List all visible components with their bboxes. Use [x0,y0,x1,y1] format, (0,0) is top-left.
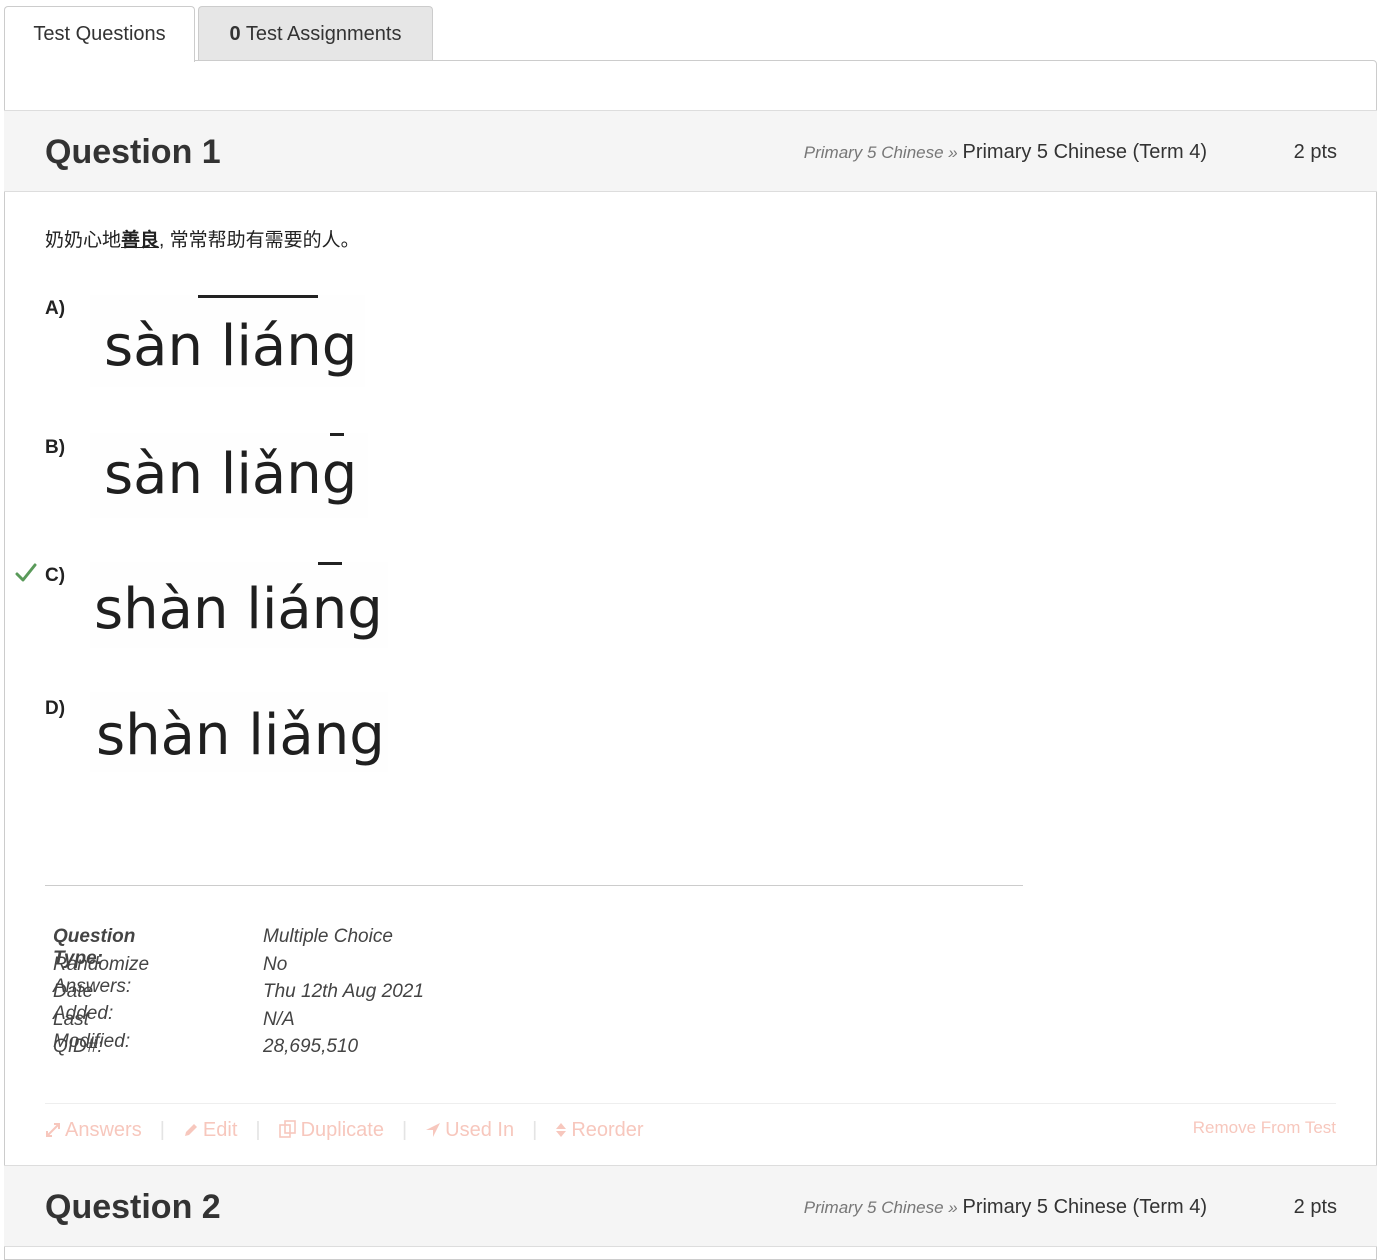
option-d-label: D) [45,698,66,719]
tab-test-assignments[interactable]: 0 Test Assignments [198,6,433,60]
question-category: Primary 5 Chinese » Primary 5 Chinese (T… [804,1196,1207,1219]
meta-value: 28,695,510 [263,1036,359,1057]
action-separator: | [401,1119,408,1141]
used-in-label: Used In [445,1119,515,1141]
question-points: 2 pts [1293,141,1337,163]
image-crop-mark [198,295,318,298]
correct-answer-check-icon [15,563,37,582]
image-crop-mark [318,562,342,565]
remove-from-test-button[interactable]: Remove From Test [1193,1118,1336,1138]
action-separator: | [159,1119,165,1141]
option-d-image: shàn liǎng [90,692,388,772]
question-title: Question 1 [45,133,221,171]
question-1-header: Question 1 Primary 5 Chinese » Primary 5… [4,110,1377,192]
meta-value: N/A [263,1008,295,1030]
duplicate-label: Duplicate [300,1119,384,1141]
used-in-button[interactable]: Used In [425,1119,514,1142]
category-separator: » [943,1198,963,1217]
image-crop-mark [330,433,344,436]
category-name[interactable]: Primary 5 Chinese (Term 4) [962,1196,1207,1218]
question-title: Question 2 [45,1188,221,1226]
question-category: Primary 5 Chinese » Primary 5 Chinese (T… [804,141,1207,164]
copy-icon [278,1120,296,1138]
reorder-button[interactable]: Reorder [555,1119,644,1142]
assignments-count: 0 [229,23,241,45]
action-separator: | [532,1119,538,1141]
tab-test-assignments-label: Test Assignments [240,23,402,45]
answers-label: Answers [65,1119,142,1141]
pencil-icon [184,1124,197,1136]
option-d-pinyin: shàn liǎng [96,703,385,768]
question-actions: Answers | Edit | Duplicate | Used In | R… [45,1119,644,1142]
option-b-label: B) [45,437,66,458]
category-parent[interactable]: Primary 5 Chinese [804,1198,944,1217]
tab-test-questions-label: Test Questions [33,23,166,45]
category-name[interactable]: Primary 5 Chinese (Term 4) [962,141,1207,163]
meta-value: No [263,953,288,975]
question-2-header: Question 2 Primary 5 Chinese » Primary 5… [4,1165,1377,1247]
duplicate-button[interactable]: Duplicate [278,1119,384,1142]
meta-divider [45,885,1023,886]
option-a-label: A) [45,298,66,319]
meta-value: Thu 12th Aug 2021 [263,981,424,1002]
meta-value: Multiple Choice [263,926,393,947]
actions-divider [45,1103,1336,1104]
option-a-image: sàn liáng [90,295,365,387]
question-text-after: , 常常帮助有需要的人。 [159,230,360,251]
question-points: 2 pts [1293,1196,1337,1218]
expand-icon [46,1123,60,1137]
option-a-pinyin: sàn liáng [104,314,358,379]
location-arrow-icon [426,1123,441,1137]
sort-icon [556,1123,567,1137]
option-b-pinyin: sàn liǎng [104,442,358,507]
edit-label: Edit [202,1119,238,1141]
tab-test-questions[interactable]: Test Questions [4,6,195,62]
question-text-before: 奶奶心地 [45,230,122,251]
option-c-image: shàn liáng [90,562,388,648]
action-separator: | [255,1119,261,1141]
answers-button[interactable]: Answers [45,1119,142,1142]
reorder-label: Reorder [571,1119,644,1141]
question-text: 奶奶心地善良, 常常帮助有需要的人。 [45,225,360,252]
category-separator: » [943,143,963,162]
edit-button[interactable]: Edit [183,1119,237,1142]
meta-key: QID#: [53,1036,103,1057]
option-b-image: sàn liǎng [90,433,368,518]
option-c-pinyin: shàn liáng [94,577,383,642]
option-c-label: C) [45,565,66,586]
question-text-underlined: 善良 [121,230,160,251]
category-parent[interactable]: Primary 5 Chinese [804,143,944,162]
